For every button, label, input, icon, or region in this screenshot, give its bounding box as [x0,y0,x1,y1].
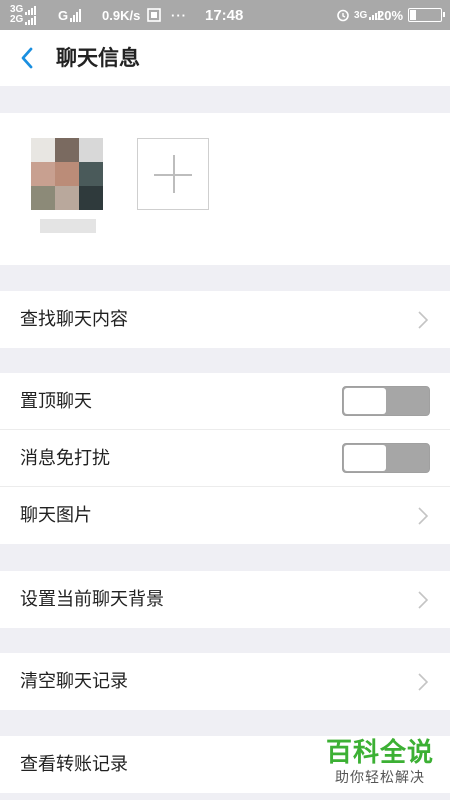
chevron-right-icon [418,673,428,691]
alarm-icon [336,0,350,30]
status-bar: 3G 2G G 0.9K/s ··· 17:48 3G 20% [0,0,450,30]
row-search-chat[interactable]: 查找聊天内容 [0,291,450,348]
row-label: 消息免打扰 [20,448,110,469]
settings-group-options: 置顶聊天 消息免打扰 聊天图片 [0,373,450,544]
network-type-bottom: 2G [10,14,24,25]
row-label: 设置当前聊天背景 [20,589,164,610]
clock: 17:48 [205,6,244,24]
chevron-right-icon [418,507,428,525]
watermark-title: 百科全说 [325,737,434,767]
row-clear-history[interactable]: 清空聊天记录 [0,653,450,710]
mute-toggle[interactable] [342,443,430,473]
row-set-background[interactable]: 设置当前聊天背景 [0,571,450,628]
row-mute: 消息免打扰 [0,430,450,487]
chevron-right-icon [418,311,428,329]
page-title: 聊天信息 [56,46,140,70]
settings-group-clear: 清空聊天记录 [0,653,450,710]
network-type-right-label: 3G [354,9,368,21]
member-name-blurred [40,219,96,233]
network-type-label: G [58,7,69,23]
settings-group-background: 设置当前聊天背景 [0,571,450,628]
signal-icon [25,5,37,15]
watermark-logo: 百科全说 助你轻松解决 [320,736,440,792]
row-label: 置顶聊天 [20,391,92,412]
nav-bar: 聊天信息 [0,30,450,86]
row-label: 查找聊天内容 [20,309,128,330]
row-chat-images[interactable]: 聊天图片 [0,487,450,544]
signal-icon [70,8,82,22]
add-member-button[interactable] [137,138,209,210]
row-pin-chat: 置顶聊天 [0,373,450,430]
member-avatar[interactable] [31,138,103,210]
signal-icon [25,15,37,25]
network-type-g: G [58,0,82,30]
network-indicator: 3G 2G [10,0,37,30]
watermark-subtitle: 助你轻松解决 [335,770,425,786]
chevron-right-icon [418,591,428,609]
more-notifications-icon: ··· [171,7,187,23]
member-section [0,113,450,265]
row-label: 清空聊天记录 [20,671,128,692]
back-arrow-icon[interactable] [16,44,40,72]
row-label: 聊天图片 [20,505,92,526]
battery-icon [404,0,445,30]
network-speed: 0.9K/s [102,7,141,23]
row-label: 查看转账记录 [20,754,128,775]
sim-icon [147,0,161,30]
battery-percent: 20% [377,7,404,23]
pin-chat-toggle[interactable] [342,386,430,416]
settings-group-search: 查找聊天内容 [0,291,450,348]
